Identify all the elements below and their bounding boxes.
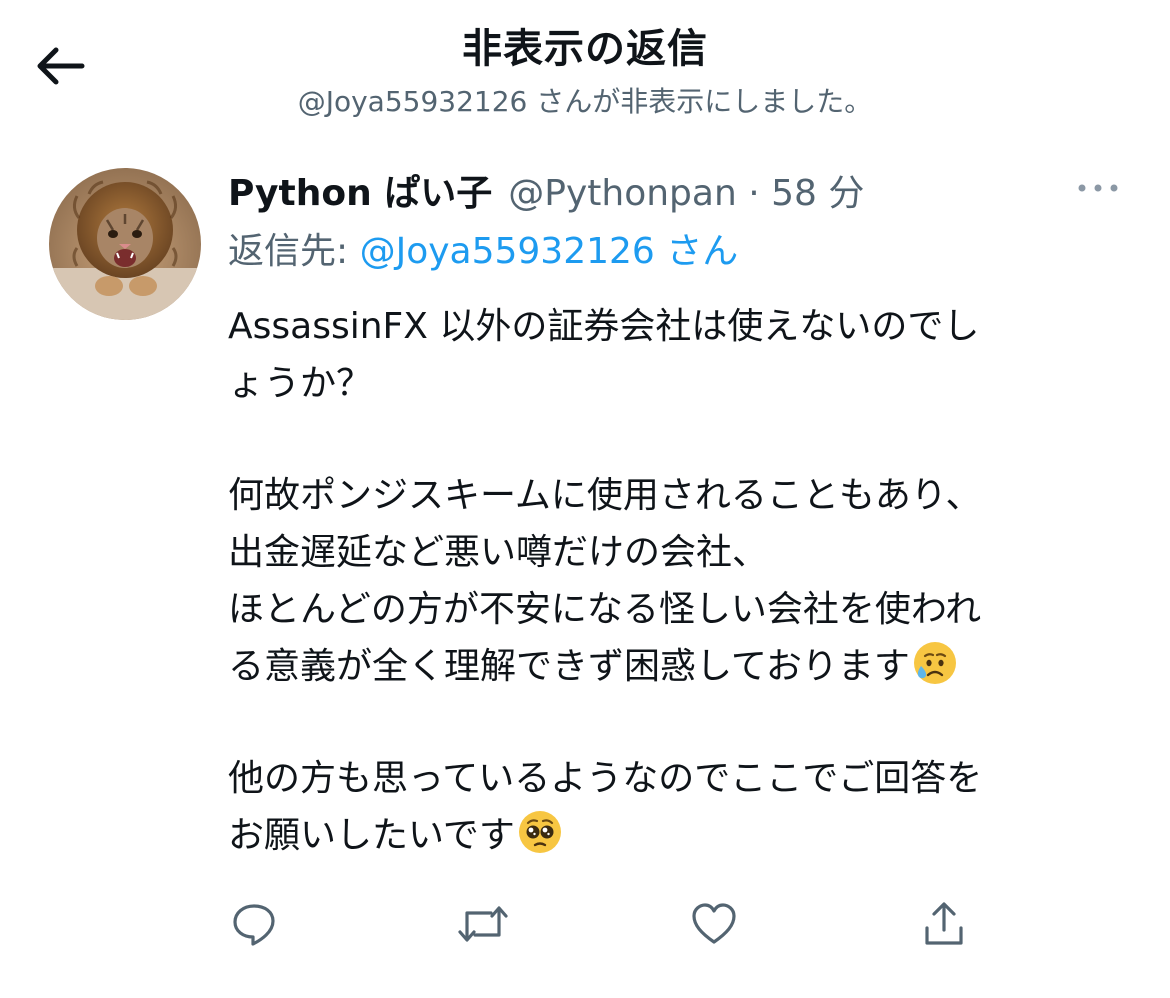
tweet-text-line: ほとんどの方が不安になる怪しい会社を使われ: [228, 589, 982, 630]
like-button[interactable]: [684, 894, 744, 954]
tweet-text-line-with-emoji: お願いしたいです: [228, 807, 1128, 864]
share-button[interactable]: [914, 894, 974, 954]
more-button[interactable]: [1068, 168, 1128, 208]
cat-lion-avatar-icon: [49, 168, 201, 320]
tweet-text-line: AssassinFX 以外の証券会社は使えないのでし: [228, 306, 980, 347]
heart-icon: [692, 903, 736, 944]
reply-to-label: 返信先:: [228, 231, 360, 272]
more-dots-icon: [1078, 184, 1118, 192]
retweet-icon: [458, 906, 508, 942]
avatar[interactable]: [49, 168, 201, 320]
tweet-text-blank: [228, 695, 1128, 750]
share-icon: [925, 902, 963, 945]
tweet-text: AssassinFX 以外の証券会社は使えないのでし ょうか？ 何故ポンジスキー…: [228, 298, 1128, 864]
retweet-button[interactable]: [453, 894, 513, 954]
display-name[interactable]: Python ぱい子: [228, 164, 492, 216]
page-title: 非表示の返信: [462, 26, 708, 72]
reply-to: 返信先: @Joya55932126 さん: [228, 222, 738, 274]
tweet-text-line: 何故ポンジスキームに使用されることもあり、: [228, 475, 982, 516]
reply-button[interactable]: [224, 894, 284, 954]
tweet-text-segment: る意義が全く理解できず困惑しております: [228, 646, 910, 687]
page-subtitle: @Joya55932126 さんが非表示にしました。: [297, 85, 873, 118]
tweet-actions: [0, 894, 1170, 954]
tweet-text-line-with-emoji: る意義が全く理解できず困惑しております: [228, 638, 1128, 695]
reply-to-handle-link[interactable]: @Joya55932126 さん: [360, 231, 739, 272]
tweet-text-segment: お願いしたいです: [228, 815, 515, 856]
handle-and-time[interactable]: @Pythonpan · 58 分: [508, 164, 864, 216]
tweet-text-blank: [228, 412, 1128, 467]
reply-icon: [233, 904, 275, 946]
tweet-header: Python ぱい子 @Pythonpan · 58 分: [228, 164, 864, 214]
tweet-text-line: ょうか？: [228, 363, 373, 404]
tweet-text-line: 出金遅延など悪い噂だけの会社、: [228, 532, 769, 573]
header: 非表示の返信 @Joya55932126 さんが非表示にしました。: [0, 0, 1170, 130]
sad-sweat-emoji-icon: [912, 640, 958, 703]
tweet-text-line: 他の方も思っているようなのでここでご回答を: [228, 758, 983, 799]
pleading-face-emoji-icon: [517, 809, 563, 872]
